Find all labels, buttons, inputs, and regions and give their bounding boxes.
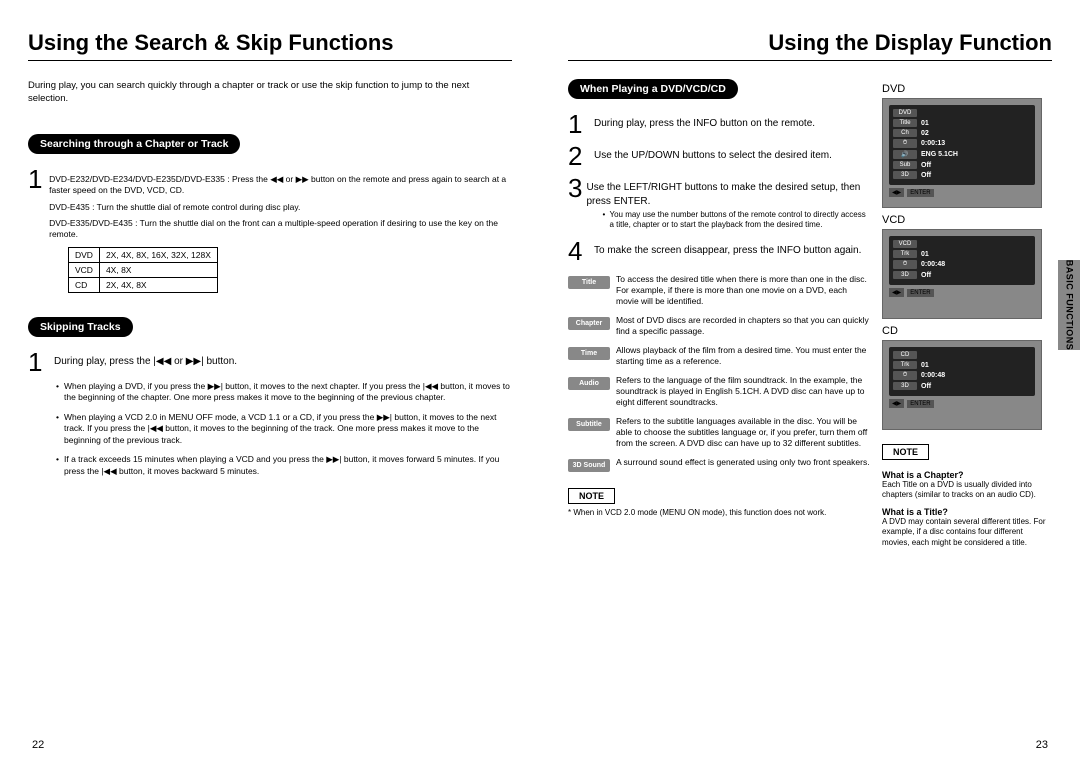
note-heading: NOTE	[568, 488, 615, 504]
time-icon: Time	[568, 347, 610, 360]
disc-label-vcd: VCD	[882, 214, 1052, 226]
q-chapter-heading: What is a Chapter?	[882, 470, 1052, 480]
side-note-heading: NOTE	[882, 444, 929, 460]
intro-text: During play, you can search quickly thro…	[28, 79, 512, 106]
page-23: Using the Display Function When Playing …	[540, 0, 1080, 765]
osd-cd: CD Trk01 ⏱0:00:48 3DOff ◀▶ENTER	[882, 340, 1042, 430]
note-text: * When in VCD 2.0 mode (MENU ON mode), t…	[568, 508, 872, 518]
info-3dsound: 3D Sound A surround sound effect is gene…	[568, 457, 872, 472]
audio-icon: Audio	[568, 377, 610, 390]
heading-skip: Skipping Tracks	[28, 317, 133, 337]
list-item: When playing a DVD, if you press the ▶▶|…	[56, 381, 512, 404]
info-title: Title To access the desired title when t…	[568, 274, 872, 307]
heading-search: Searching through a Chapter or Track	[28, 134, 240, 154]
section-tab: BASIC FUNCTIONS	[1058, 260, 1080, 350]
list-item: If a track exceeds 15 minutes when playi…	[56, 454, 512, 477]
osd-dvd: DVD Title01 Ch02 ⏱0:00:13 🔊ENG 5.1CH Sub…	[882, 98, 1042, 208]
disc-label-dvd: DVD	[882, 83, 1052, 95]
info-time: Time Allows playback of the film from a …	[568, 345, 872, 367]
q-title-text: A DVD may contain several different titl…	[882, 517, 1052, 548]
display-step-3: 3 Use the LEFT/RIGHT buttons to make the…	[568, 175, 872, 232]
info-subtitle: Subtitle Refers to the subtitle language…	[568, 416, 872, 449]
right-columns: When Playing a DVD/VCD/CD 1 During play,…	[568, 79, 1052, 552]
step-text: DVD-E232/DVD-E234/DVD-E235D/DVD-E335 : P…	[49, 166, 512, 241]
disc-label-cd: CD	[882, 325, 1052, 337]
right-side-col: DVD DVD Title01 Ch02 ⏱0:00:13 🔊ENG 5.1CH…	[882, 79, 1052, 552]
display-step-4: 4 To make the screen disappear, press th…	[568, 238, 872, 264]
right-main-col: When Playing a DVD/VCD/CD 1 During play,…	[568, 79, 872, 552]
step-1-search: 1 DVD-E232/DVD-E234/DVD-E235D/DVD-E335 :…	[28, 166, 512, 241]
speed-table: DVD2X, 4X, 8X, 16X, 32X, 128X VCD4X, 8X …	[68, 247, 218, 293]
page-title-left: Using the Search & Skip Functions	[28, 30, 512, 61]
sound-icon: 3D Sound	[568, 459, 610, 472]
heading-display: When Playing a DVD/VCD/CD	[568, 79, 738, 99]
osd-vcd: VCD Trk01 ⏱0:00:48 3DOff ◀▶ENTER	[882, 229, 1042, 319]
chapter-icon: Chapter	[568, 317, 610, 330]
page-number: 23	[1036, 739, 1048, 751]
list-item: When playing a VCD 2.0 in MENU OFF mode,…	[56, 412, 512, 446]
page-22: Using the Search & Skip Functions During…	[0, 0, 540, 765]
subtitle-icon: Subtitle	[568, 418, 610, 431]
title-icon: Title	[568, 276, 610, 289]
page-number: 22	[32, 739, 44, 751]
manual-spread: Using the Search & Skip Functions During…	[0, 0, 1080, 765]
step-number: 1	[28, 349, 50, 375]
display-step-2: 2 Use the UP/DOWN buttons to select the …	[568, 143, 872, 169]
page-title-right: Using the Display Function	[568, 30, 1052, 61]
info-chapter: Chapter Most of DVD discs are recorded i…	[568, 315, 872, 337]
skip-bullets: When playing a DVD, if you press the ▶▶|…	[56, 381, 512, 477]
step-number: 1	[28, 166, 45, 192]
q-title-heading: What is a Title?	[882, 507, 1052, 517]
step-1-skip: 1 During play, press the |◀◀ or ▶▶| butt…	[28, 349, 512, 375]
display-step-1: 1 During play, press the INFO button on …	[568, 111, 872, 137]
step-text: During play, press the |◀◀ or ▶▶| button…	[54, 349, 237, 369]
info-items: Title To access the desired title when t…	[568, 274, 872, 473]
q-chapter-text: Each Title on a DVD is usually divided i…	[882, 480, 1052, 501]
info-audio: Audio Refers to the language of the film…	[568, 375, 872, 408]
